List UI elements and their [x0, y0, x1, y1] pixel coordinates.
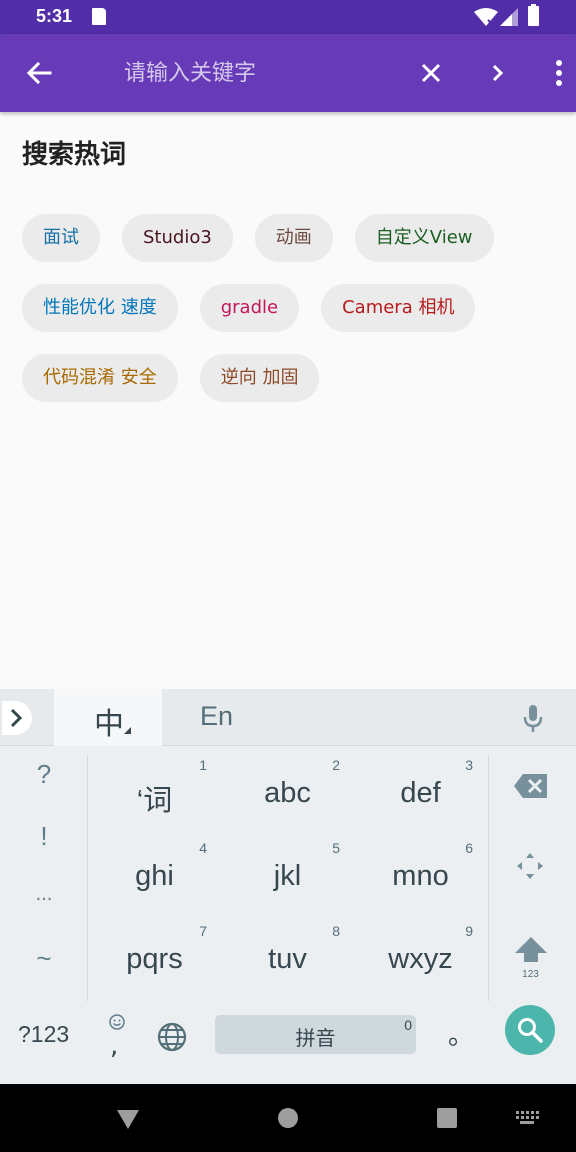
english-mode-tab[interactable]: En: [200, 701, 233, 732]
soft-keyboard: 中 En ? ! ... ~ ‘词 1 abc 2 def 3 ghi 4 jk…: [0, 689, 576, 1084]
symbols-key[interactable]: ?123: [18, 1021, 69, 1048]
key-7[interactable]: pqrs 7: [88, 923, 221, 1005]
signal-icon: [500, 8, 518, 26]
keyboard-bottom-row: ?123 , 拼音 0 。: [0, 1005, 576, 1084]
backspace-icon[interactable]: [513, 773, 549, 799]
key-number: 5: [332, 840, 340, 856]
keyboard-expand-button[interactable]: [2, 701, 32, 735]
key-label: pqrs: [126, 943, 183, 975]
key-5[interactable]: jkl 5: [221, 840, 354, 922]
period-key[interactable]: 。: [448, 1015, 474, 1052]
action-column: 123: [489, 751, 576, 1003]
key-label: ‘词: [136, 785, 173, 817]
question-key[interactable]: ?: [0, 759, 88, 790]
hot-word-tag[interactable]: 性能优化 速度: [22, 284, 178, 332]
battery-icon: [528, 4, 539, 26]
key-label: wxyz: [388, 943, 453, 975]
clear-icon[interactable]: [414, 56, 448, 90]
status-time: 5:31: [36, 6, 73, 26]
key-number: 2: [332, 757, 340, 773]
hot-word-tag[interactable]: 动画: [254, 214, 333, 262]
search-key[interactable]: [505, 1005, 555, 1055]
symbol-column: ? ! ... ~: [0, 751, 88, 1003]
microphone-icon[interactable]: [520, 703, 546, 733]
key-number: 3: [465, 757, 473, 773]
hot-word-tag[interactable]: 自定义View: [354, 214, 494, 262]
keyboard-switch-icon[interactable]: [514, 1110, 540, 1126]
space-number: 0: [404, 1017, 412, 1033]
recents-nav-icon[interactable]: [436, 1107, 458, 1129]
key-label: abc: [264, 777, 311, 809]
key-1[interactable]: ‘词 1: [88, 757, 221, 839]
mode-dropdown-indicator: [124, 727, 131, 734]
key-2[interactable]: abc 2: [221, 757, 354, 839]
hot-word-tags: 面试 Studio3 动画 自定义View 性能优化 速度 gradle Cam…: [22, 214, 562, 402]
hot-word-tag[interactable]: 代码混淆 安全: [22, 354, 178, 402]
home-nav-icon[interactable]: [277, 1107, 299, 1129]
wifi-icon: [474, 8, 498, 26]
key-label: def: [400, 777, 441, 809]
search-input[interactable]: [108, 52, 398, 94]
space-label: 拼音: [295, 1026, 336, 1050]
keyboard-toolbar: 中 En: [0, 689, 576, 746]
key-number: 1: [199, 757, 207, 773]
key-number: 9: [465, 923, 473, 939]
hot-word-tag[interactable]: 面试: [22, 214, 100, 262]
more-vert-icon[interactable]: [544, 56, 574, 90]
search-icon: [518, 1018, 543, 1043]
space-key[interactable]: 拼音 0: [215, 1015, 416, 1054]
hot-words-title: 搜索热词: [22, 140, 127, 170]
chevron-right-icon[interactable]: [482, 56, 516, 90]
globe-icon[interactable]: [156, 1021, 188, 1053]
sd-card-icon: [92, 8, 106, 25]
chevron-right-icon: [10, 708, 23, 728]
shift-number-hint: 123: [522, 969, 539, 980]
key-number: 4: [199, 840, 207, 856]
chinese-mode-label: 中: [94, 707, 124, 742]
hot-word-tag[interactable]: gradle: [199, 284, 300, 332]
key-6[interactable]: mno 6: [354, 840, 487, 922]
search-toolbar: [0, 34, 576, 112]
back-arrow-icon[interactable]: [22, 56, 56, 90]
tilde-key[interactable]: ~: [0, 943, 88, 974]
hot-word-tag[interactable]: 逆向 加固: [199, 354, 320, 402]
key-label: ghi: [135, 860, 174, 892]
comma-key[interactable]: ,: [100, 1013, 134, 1073]
key-number: 6: [465, 840, 473, 856]
key-4[interactable]: ghi 4: [88, 840, 221, 922]
key-label: jkl: [273, 860, 302, 892]
navigation-bar: [0, 1084, 576, 1152]
exclamation-key[interactable]: !: [0, 821, 88, 852]
key-label: mno: [392, 860, 449, 892]
status-bar: 5:31: [0, 0, 576, 34]
key-number: 8: [332, 923, 340, 939]
key-3[interactable]: def 3: [354, 757, 487, 839]
key-number: 7: [199, 923, 207, 939]
comma-label: ,: [110, 1031, 119, 1061]
key-8[interactable]: tuv 8: [221, 923, 354, 1005]
hot-word-tag[interactable]: Studio3: [122, 214, 233, 262]
hot-word-tag[interactable]: Camera 相机: [321, 284, 476, 332]
key-label: tuv: [268, 943, 307, 975]
shift-icon[interactable]: [513, 935, 549, 963]
chinese-mode-tab[interactable]: 中: [54, 689, 162, 746]
ellipsis-key[interactable]: ...: [0, 883, 88, 906]
key-9[interactable]: wxyz 9: [354, 923, 487, 1005]
emoji-icon: [109, 1014, 125, 1030]
back-nav-icon[interactable]: [116, 1108, 140, 1130]
cursor-move-icon[interactable]: [515, 851, 545, 881]
